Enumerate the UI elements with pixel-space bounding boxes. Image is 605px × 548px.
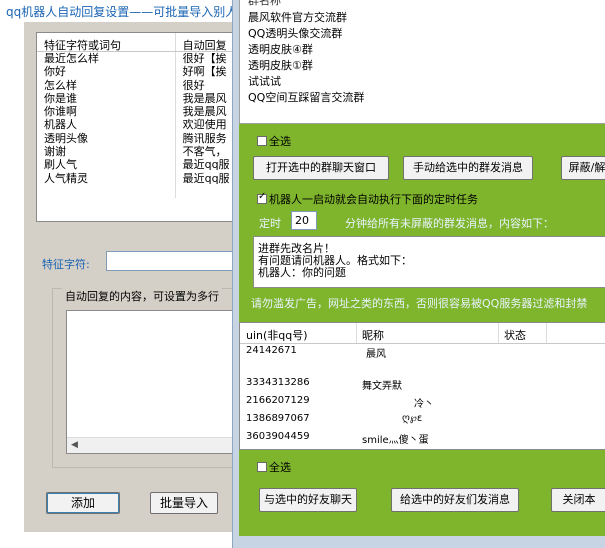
keyword-label: 特征字符: [42, 258, 90, 271]
keyword-cell: 最近怎么样 [37, 52, 176, 66]
chat-with-friend-button[interactable]: 与选中的好友聊天 [259, 488, 357, 512]
table-row[interactable]: 机器人 欢迎使用 [37, 118, 237, 132]
group-item[interactable]: QQ透明头像交流群 [248, 25, 342, 41]
group-column-header[interactable]: 群名称 [248, 0, 281, 8]
column-divider [546, 323, 547, 343]
group-item[interactable]: 透明皮肤①群 [248, 57, 313, 73]
table-row[interactable]: 你是谁 我是晨风 [37, 91, 237, 106]
reply-cell: 我是晨风 [182, 91, 227, 105]
friend-row[interactable]: 3603904459 smile灬傻丶蛋 [240, 431, 605, 446]
column-divider [498, 323, 499, 343]
reply-group-label: 自动回复的内容，可设置为多行 [62, 288, 222, 304]
reply-content-textarea[interactable] [66, 310, 238, 454]
warning-text: 请勿滥发广告，网址之类的东西，否则很容易被QQ服务器过滤和封禁 [251, 297, 588, 310]
reply-cell: 最近qq服 [182, 158, 230, 172]
keyword-reply-list[interactable]: 特征字符或词句 自动回复 最近怎么样 很好【挨 你好 好啊【挨 怎么样 很好 你是谁 我是晨风… [36, 32, 238, 222]
group-item[interactable]: QQ空间互踩留言交流群 [248, 89, 364, 105]
reply-cell: 最近qq服 [182, 171, 230, 185]
column-divider [356, 323, 357, 343]
table-row[interactable]: 怎么样 很好 [37, 78, 237, 92]
send-to-friends-button[interactable]: 给选中的好友们发消息 [391, 488, 519, 512]
column-header-reply[interactable]: 自动回复 [176, 33, 237, 51]
group-item[interactable]: 晨风软件官方交流群 [248, 9, 347, 25]
reply-cell: 欢迎使用 [182, 118, 227, 132]
keyword-cell: 你好 [37, 65, 176, 79]
uin-cell: 24142671 [246, 345, 297, 356]
keyword-cell: 你是谁 [37, 91, 176, 106]
group-message-window: 群名称 晨风软件官方交流群 QQ透明头像交流群 透明皮肤④群 透明皮肤①群 试试… [232, 0, 605, 548]
column-header-status[interactable]: 状态 [504, 327, 526, 343]
timer-prefix: 定时 [259, 217, 281, 230]
list-header: 特征字符或词句 自动回复 [37, 33, 237, 52]
keyword-cell: 人气精灵 [37, 171, 176, 185]
auto-task-checkbox[interactable] [257, 191, 267, 204]
friend-row[interactable]: 3334313286 舞文弄默 [240, 377, 605, 392]
scroll-left-icon[interactable]: ◀ [71, 440, 78, 450]
reply-cell: 很好 [182, 78, 205, 92]
reply-cell: 不客气， [182, 145, 227, 159]
column-header-keyword[interactable]: 特征字符或词句 [37, 33, 176, 51]
friend-row[interactable]: 24142671 晨风 [240, 345, 605, 360]
table-row[interactable]: 透明头像 腾讯服务 [37, 131, 237, 146]
keyword-cell: 机器人 [37, 118, 176, 132]
add-button[interactable]: 添加 [46, 492, 120, 514]
reply-cell: 很好【挨 [182, 52, 227, 65]
message-line: 机器人：你的问题 [258, 266, 346, 279]
column-header-uin[interactable]: uin(非qq号) [246, 327, 308, 343]
auto-task-label[interactable]: 机器人一启动就会自动执行下面的定时任务 [269, 191, 478, 207]
table-row[interactable]: 你好 好啊【挨 [37, 65, 237, 79]
friend-list[interactable]: uin(非qq号) 昵称 状态 24142671 晨风 3334313286 舞文弄默… [239, 322, 605, 450]
close-button[interactable]: 关闭本 [551, 488, 605, 512]
keyword-cell: 谢谢 [37, 145, 176, 159]
nickname-cell: 舞文弄默 [362, 381, 402, 392]
reply-cell: 好啊【挨 [182, 65, 227, 79]
friend-row[interactable]: 1386897067 ღ℘ε [240, 413, 605, 427]
table-row[interactable]: 人气精灵 最近qq服 [37, 171, 237, 185]
reply-cell: 我是晨风 [182, 105, 227, 119]
manual-group-send-button[interactable]: 手动给选中的群发消息 [403, 156, 533, 180]
keyword-cell: 刷人气 [37, 158, 176, 172]
keyword-rows: 最近怎么样 很好【挨 你好 好啊【挨 怎么样 很好 你是谁 我是晨风 你谁啊 我是晨风 机器人 欢迎使… [37, 52, 237, 199]
table-row[interactable]: 谢谢 不客气， [37, 145, 237, 159]
select-all-friends-checkbox[interactable] [257, 462, 267, 472]
keyword-cell: 怎么样 [37, 78, 176, 92]
uin-cell: 2166207129 [246, 395, 310, 406]
nickname-cell: ღ℘ε [402, 413, 423, 424]
table-row[interactable]: 你谁啊 我是晨风 [37, 105, 237, 119]
keyword-input[interactable] [106, 251, 238, 271]
group-item[interactable]: 透明皮肤④群 [248, 41, 313, 57]
keyword-cell [37, 184, 176, 199]
table-row[interactable]: 最近怎么样 很好【挨 [37, 52, 237, 66]
reply-cell: 腾讯服务 [182, 131, 227, 145]
nickname-cell: 晨风 [366, 349, 386, 360]
friend-row[interactable]: 2166207129 冷丶 [240, 395, 605, 410]
timer-minutes-input[interactable]: 20 [291, 211, 317, 230]
group-item[interactable]: 试试试 [248, 73, 281, 89]
table-row[interactable]: 刷人气 最近qq服 [37, 158, 237, 172]
select-all-groups-label[interactable]: 全选 [269, 133, 291, 149]
column-header-nickname[interactable]: 昵称 [362, 327, 384, 343]
batch-import-button[interactable]: 批量导入 [150, 492, 218, 514]
block-unblock-button[interactable]: 屏蔽/解 [561, 156, 605, 180]
friend-list-header: uin(非qq号) 昵称 状态 [240, 323, 605, 344]
timed-message-textarea[interactable]: 进群先改名片！ 有问题请问机器人。格式如下： 机器人：你的问题 [253, 236, 605, 288]
nickname-cell: smile灬傻丶蛋 [362, 435, 429, 446]
reply-cell [176, 185, 237, 198]
uin-cell: 3334313286 [246, 377, 310, 388]
keyword-cell: 透明头像 [37, 131, 176, 146]
horizontal-scrollbar[interactable]: ◀ [67, 437, 238, 453]
nickname-cell: 冷丶 [414, 399, 434, 410]
group-list[interactable]: 群名称 晨风软件官方交流群 QQ透明头像交流群 透明皮肤④群 透明皮肤①群 试试… [239, 0, 605, 124]
select-all-friends-label[interactable]: 全选 [269, 459, 291, 475]
table-row[interactable] [37, 184, 237, 199]
timer-suffix: 分钟给所有未屏蔽的群发消息，内容如下： [345, 217, 554, 230]
window-title: qq机器人自动回复设置——可批量导入别人 [0, 0, 240, 20]
uin-cell: 1386897067 [246, 413, 310, 424]
select-all-groups-checkbox[interactable] [257, 136, 267, 146]
keyword-cell: 你谁啊 [37, 105, 176, 119]
uin-cell: 3603904459 [246, 431, 310, 442]
open-group-chat-button[interactable]: 打开选中的群聊天窗口 [253, 156, 389, 180]
